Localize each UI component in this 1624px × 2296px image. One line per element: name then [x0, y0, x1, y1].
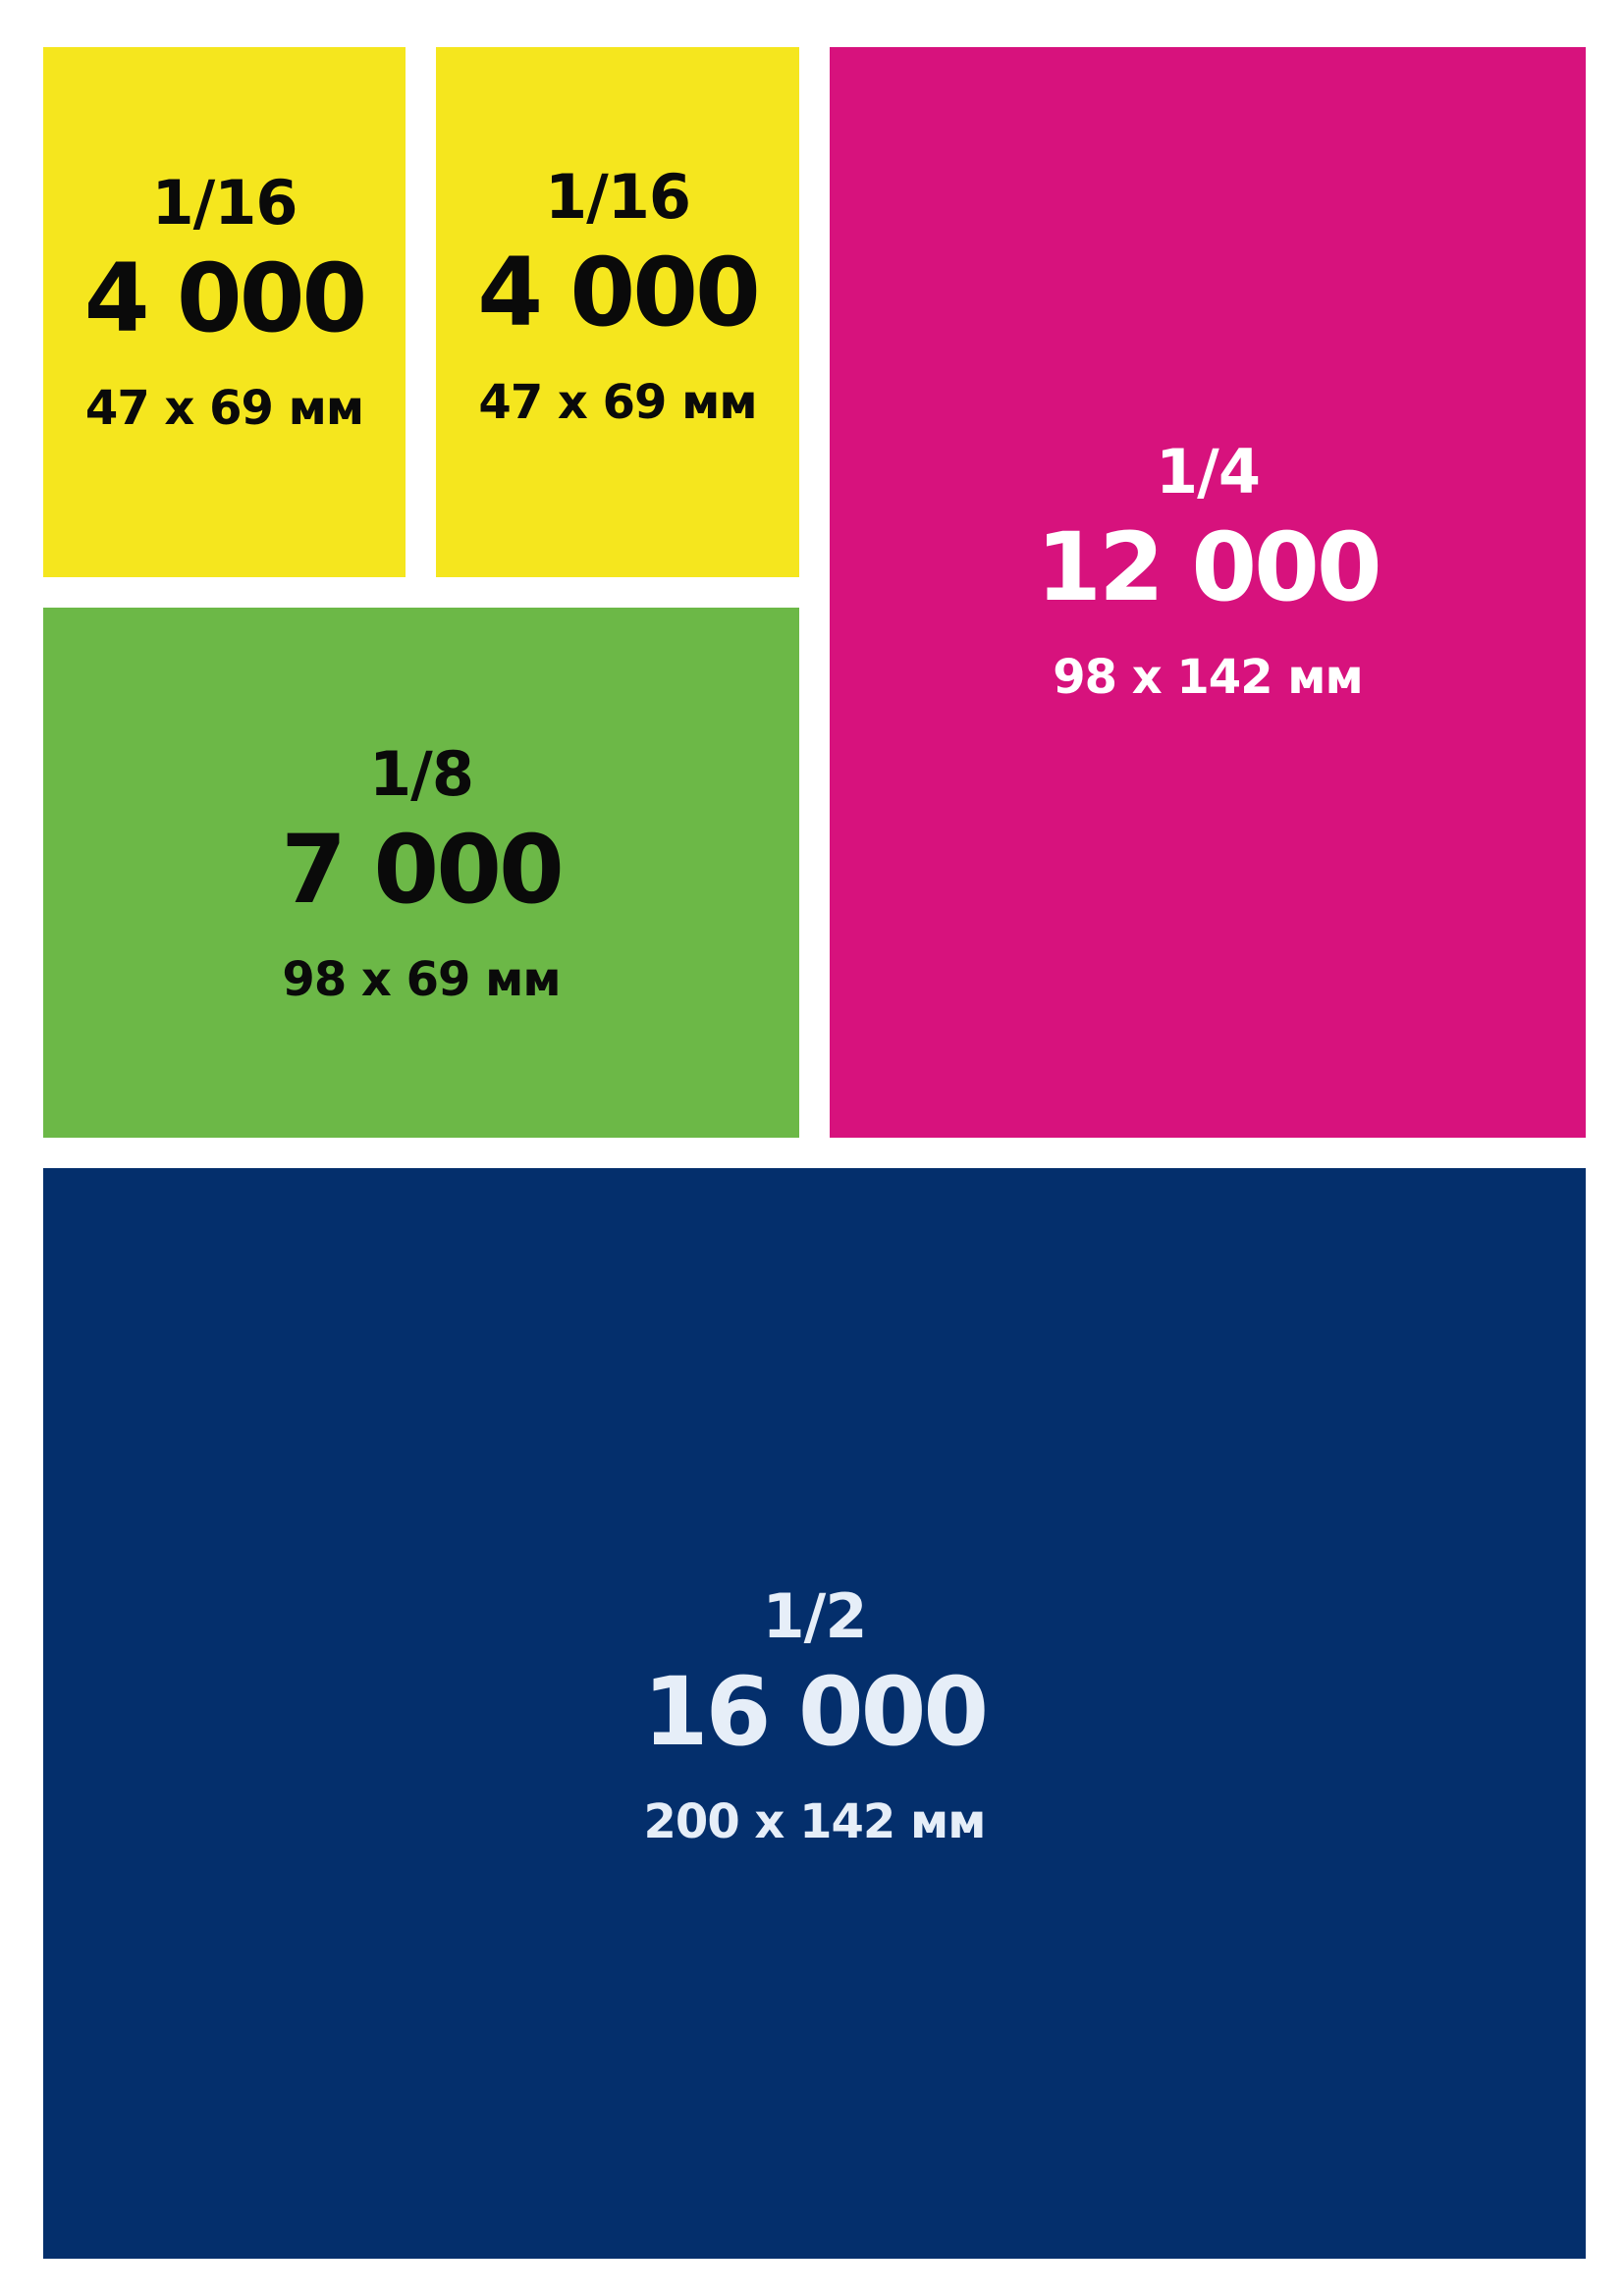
ad-block-1-8: 1/8 7 000 98 x 69 мм [43, 608, 799, 1138]
ad-block-1-16-a: 1/16 4 000 47 x 69 мм [43, 47, 406, 577]
price-label: 12 000 [1036, 512, 1381, 622]
size-label: 47 x 69 мм [84, 381, 364, 436]
fraction-label: 1/4 [1156, 436, 1261, 507]
fraction-label: 1/2 [762, 1580, 868, 1652]
fraction-label: 1/16 [544, 161, 691, 233]
size-label: 200 x 142 мм [643, 1794, 987, 1849]
price-label: 16 000 [642, 1657, 989, 1767]
size-label: 47 x 69 мм [478, 375, 757, 430]
size-label: 98 x 69 мм [282, 952, 561, 1007]
ad-block-1-2: 1/2 16 000 200 x 142 мм [43, 1168, 1586, 2259]
fraction-label: 1/16 [151, 167, 298, 239]
ad-block-1-4: 1/4 12 000 98 x 142 мм [830, 47, 1586, 1138]
ad-block-1-16-b: 1/16 4 000 47 x 69 мм [436, 47, 799, 577]
size-label: 98 x 142 мм [1053, 650, 1364, 705]
price-label: 4 000 [477, 238, 761, 347]
price-label: 4 000 [83, 243, 368, 353]
price-label: 7 000 [281, 815, 565, 925]
fraction-label: 1/8 [369, 738, 474, 810]
